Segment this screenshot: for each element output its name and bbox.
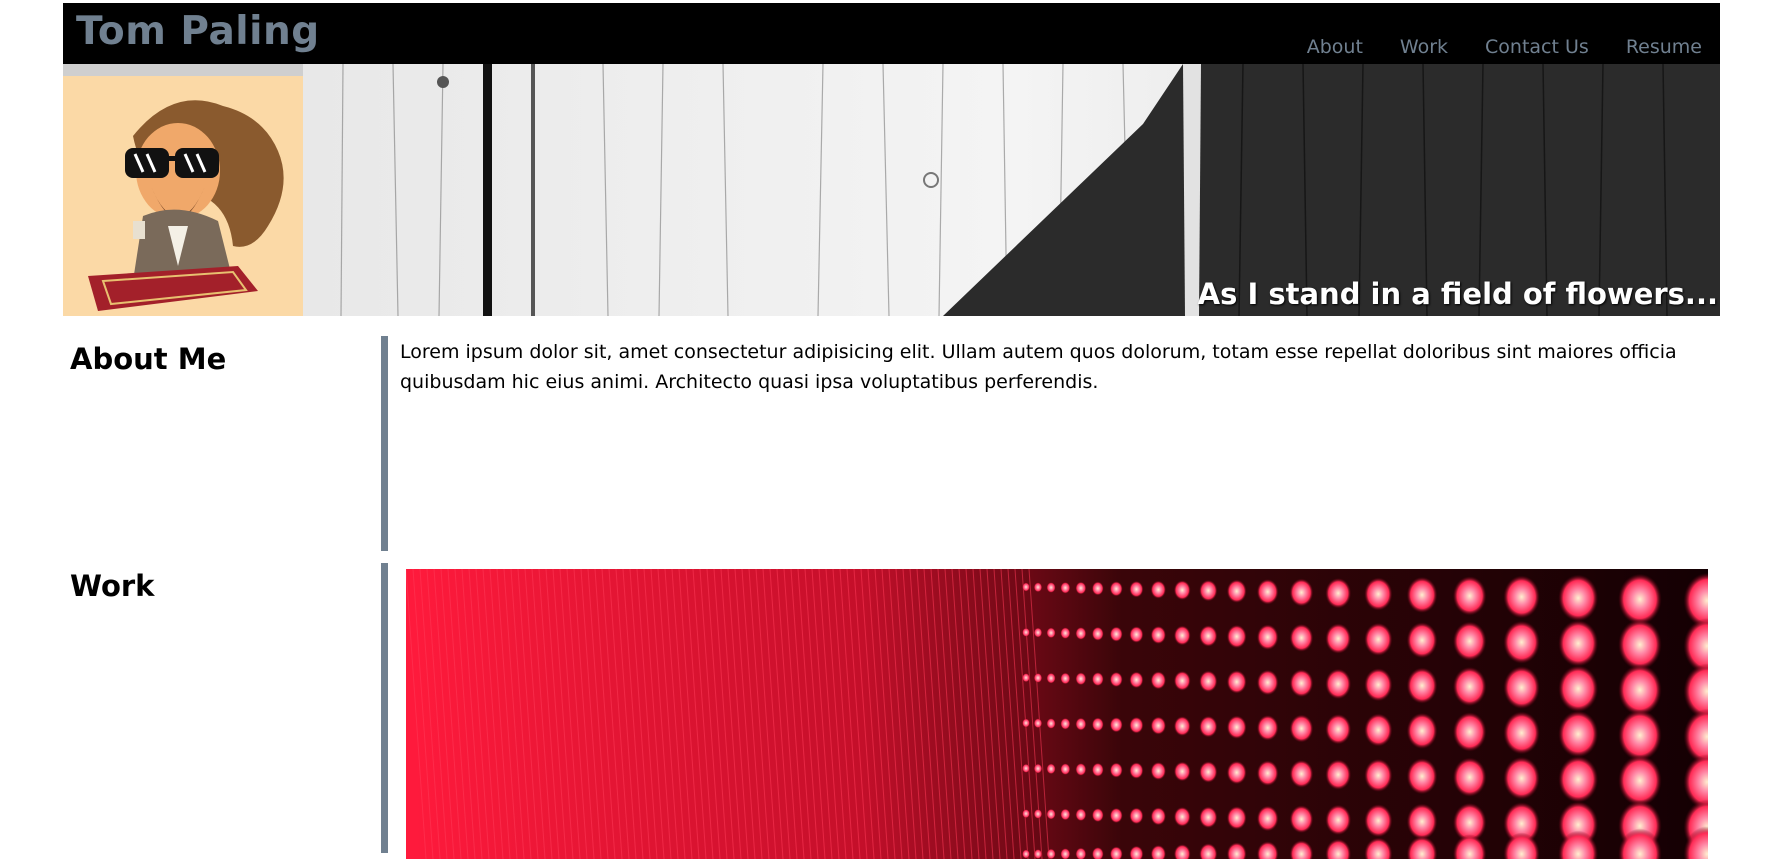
work-section: Work (63, 563, 1720, 859)
nav-about-link[interactable]: About (1307, 36, 1363, 58)
about-body: Lorem ipsum dolor sit, amet consectetur … (381, 336, 1720, 551)
main-nav: About Work Contact Us Resume (1307, 36, 1702, 58)
banner-caption: As I stand in a field of flowers... (1197, 277, 1718, 311)
nav-contact-link[interactable]: Contact Us (1485, 36, 1589, 58)
site-title[interactable]: Tom Paling (76, 9, 320, 54)
about-heading: About Me (70, 342, 227, 376)
avatar (63, 76, 303, 316)
page: Tom Paling About Work Contact Us Resume (63, 3, 1720, 859)
hero-banner: As I stand in a field of flowers... (63, 64, 1720, 316)
about-section: About Me Lorem ipsum dolor sit, amet con… (63, 336, 1720, 551)
nav-work-link[interactable]: Work (1400, 36, 1448, 58)
site-header: Tom Paling About Work Contact Us Resume (63, 3, 1720, 64)
led-wall-image[interactable] (406, 569, 1708, 859)
work-body (381, 563, 1720, 859)
work-heading: Work (70, 569, 155, 603)
about-text: Lorem ipsum dolor sit, amet consectetur … (400, 341, 1677, 393)
nav-resume-link[interactable]: Resume (1626, 36, 1702, 58)
cartoon-avatar-icon (88, 100, 284, 311)
